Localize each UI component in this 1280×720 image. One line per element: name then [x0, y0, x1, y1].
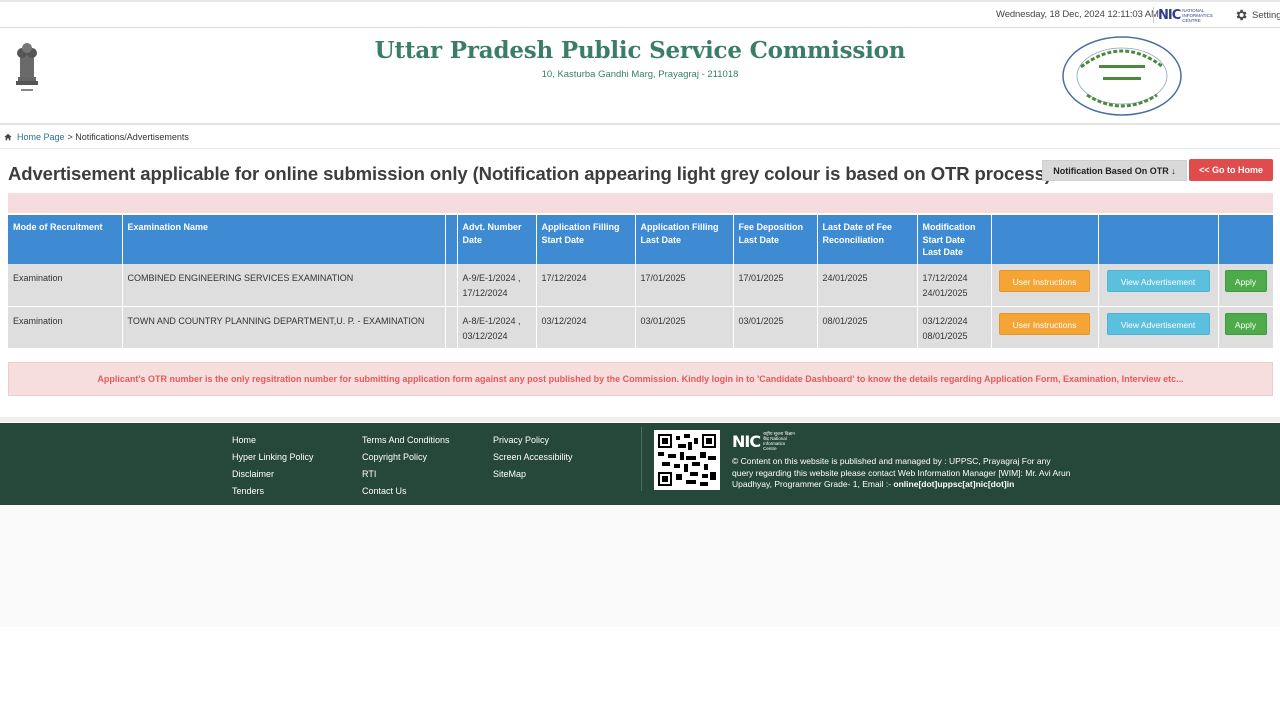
go-to-home-button[interactable]: << Go to Home	[1189, 159, 1273, 181]
footer-link-rti[interactable]: RTI	[362, 466, 450, 483]
page-title: Advertisement applicable for online subm…	[8, 163, 1051, 184]
footer-link-home[interactable]: Home	[232, 432, 314, 449]
spacer-cell	[445, 306, 458, 349]
column-header: Last Date of Fee Reconciliation	[817, 215, 918, 264]
table-header-row: Mode of Recruitment Examination Name Adv…	[8, 215, 1274, 264]
gear-icon	[1236, 9, 1247, 21]
footer-links-col-2: Terms And Conditions Copyright Policy RT…	[362, 432, 450, 500]
user-instructions-button[interactable]: User Instructions	[999, 312, 1090, 335]
qr-code-icon	[654, 430, 720, 490]
breadcrumb: Home Page > Notifications/Advertisements	[4, 132, 189, 142]
current-datetime: Wednesday, 18 Dec, 2024 12:11:03 AM	[996, 9, 1159, 20]
column-header: Examination Name	[122, 215, 446, 264]
breadcrumb-divider	[0, 148, 1280, 149]
nic-logo[interactable]: NIC NATIONAL INFORMATICS CENTRE	[1158, 8, 1213, 23]
column-header	[445, 215, 458, 264]
table-row: Examination TOWN AND COUNTRY PLANNING DE…	[8, 306, 1274, 349]
view-cell: View Advertisement	[1098, 264, 1219, 307]
topbar-divider	[1153, 7, 1154, 23]
start-date-cell: 03/12/2024	[536, 306, 636, 349]
advertisement-table: Mode of Recruitment Examination Name Adv…	[8, 215, 1274, 349]
footer-link-sitemap[interactable]: SiteMap	[493, 466, 573, 483]
footer-copyright-text: © Content on this website is published a…	[732, 456, 1071, 489]
top-bar: Wednesday, 18 Dec, 2024 12:11:03 AM NIC …	[0, 0, 1280, 28]
footer-link-contact[interactable]: Contact Us	[362, 483, 450, 500]
fee-last-date-cell: 17/01/2025	[733, 264, 818, 307]
advt-number-cell: A-8/E-1/2024 , 03/12/2024	[457, 306, 537, 349]
column-header: Application Filling Last Date	[635, 215, 734, 264]
apply-button[interactable]: Apply	[1224, 312, 1267, 335]
modification-date-cell: 03/12/2024 08/01/2025	[917, 306, 992, 349]
reconciliation-date-cell: 24/01/2025	[817, 264, 918, 307]
instructions-cell: User Instructions	[991, 306, 1099, 349]
mode-cell: Examination	[8, 306, 123, 349]
column-header	[1218, 215, 1274, 264]
instructions-cell: User Instructions	[991, 264, 1099, 307]
breadcrumb-home-link[interactable]: Home Page	[17, 132, 65, 142]
exam-name-cell: TOWN AND COUNTRY PLANNING DEPARTMENT,U. …	[122, 306, 446, 349]
table-row: Examination COMBINED ENGINEERING SERVICE…	[8, 264, 1274, 307]
view-advertisement-button[interactable]: View Advertisement	[1106, 270, 1210, 292]
notification-otr-button[interactable]: Notification Based On OTR ↓	[1042, 160, 1187, 181]
home-icon	[4, 133, 12, 141]
breadcrumb-current: > Notifications/Advertisements	[67, 132, 189, 142]
last-date-cell: 17/01/2025	[635, 264, 734, 307]
page-bottom-area	[0, 505, 1280, 627]
footer-divider	[0, 417, 1280, 422]
column-header: Application Filling Start Date	[536, 215, 636, 264]
alert-strip	[8, 193, 1273, 213]
view-cell: View Advertisement	[1098, 306, 1219, 349]
column-header	[991, 215, 1099, 264]
advt-number-cell: A-9/E-1/2024 , 17/12/2024	[457, 264, 537, 307]
spacer-cell	[445, 264, 458, 307]
site-header: Uttar Pradesh Public Service Commission …	[0, 29, 1280, 125]
footer-link-copyright[interactable]: Copyright Policy	[362, 449, 450, 466]
commission-seal-icon	[1062, 36, 1182, 116]
footer-link-terms[interactable]: Terms And Conditions	[362, 432, 450, 449]
column-header: Modification Start Date Last Date	[917, 215, 992, 264]
view-advertisement-button[interactable]: View Advertisement	[1106, 312, 1210, 335]
apply-button[interactable]: Apply	[1224, 270, 1267, 292]
settings-button[interactable]: Settings	[1234, 8, 1280, 22]
footer-link-accessibility[interactable]: Screen Accessibility	[493, 449, 573, 466]
column-header: Advt. Number Date	[457, 215, 537, 264]
footer-link-privacy[interactable]: Privacy Policy	[493, 432, 573, 449]
footer-link-tenders[interactable]: Tenders	[232, 483, 314, 500]
reconciliation-date-cell: 08/01/2025	[817, 306, 918, 349]
footer-link-hyperlinking[interactable]: Hyper Linking Policy	[232, 449, 314, 466]
otr-notice: Applicant's OTR number is the only regsi…	[8, 362, 1273, 396]
footer-link-disclaimer[interactable]: Disclaimer	[232, 466, 314, 483]
footer-email[interactable]: online[dot]uppsc[at]nic[dot]in	[893, 479, 1014, 489]
column-header	[1098, 215, 1219, 264]
column-header: Fee Deposition Last Date	[733, 215, 818, 264]
apply-cell: Apply	[1218, 306, 1274, 349]
footer-links-col-1: Home Hyper Linking Policy Disclaimer Ten…	[232, 432, 314, 500]
start-date-cell: 17/12/2024	[536, 264, 636, 307]
site-footer: Home Hyper Linking Policy Disclaimer Ten…	[0, 423, 1280, 505]
footer-links-col-3: Privacy Policy Screen Accessibility Site…	[493, 432, 573, 483]
mode-cell: Examination	[8, 264, 123, 307]
footer-separator	[641, 427, 642, 491]
modification-date-cell: 17/12/2024 24/01/2025	[917, 264, 992, 307]
apply-cell: Apply	[1218, 264, 1274, 307]
exam-name-cell: COMBINED ENGINEERING SERVICES EXAMINATIO…	[122, 264, 446, 307]
user-instructions-button[interactable]: User Instructions	[999, 270, 1090, 292]
fee-last-date-cell: 03/01/2025	[733, 306, 818, 349]
nic-footer-logo[interactable]: NIC राष्ट्रीय सूचना विज्ञान केंद्र Natio…	[732, 431, 797, 451]
column-header: Mode of Recruitment	[8, 215, 123, 264]
settings-label: Settings	[1252, 9, 1280, 21]
last-date-cell: 03/01/2025	[635, 306, 734, 349]
